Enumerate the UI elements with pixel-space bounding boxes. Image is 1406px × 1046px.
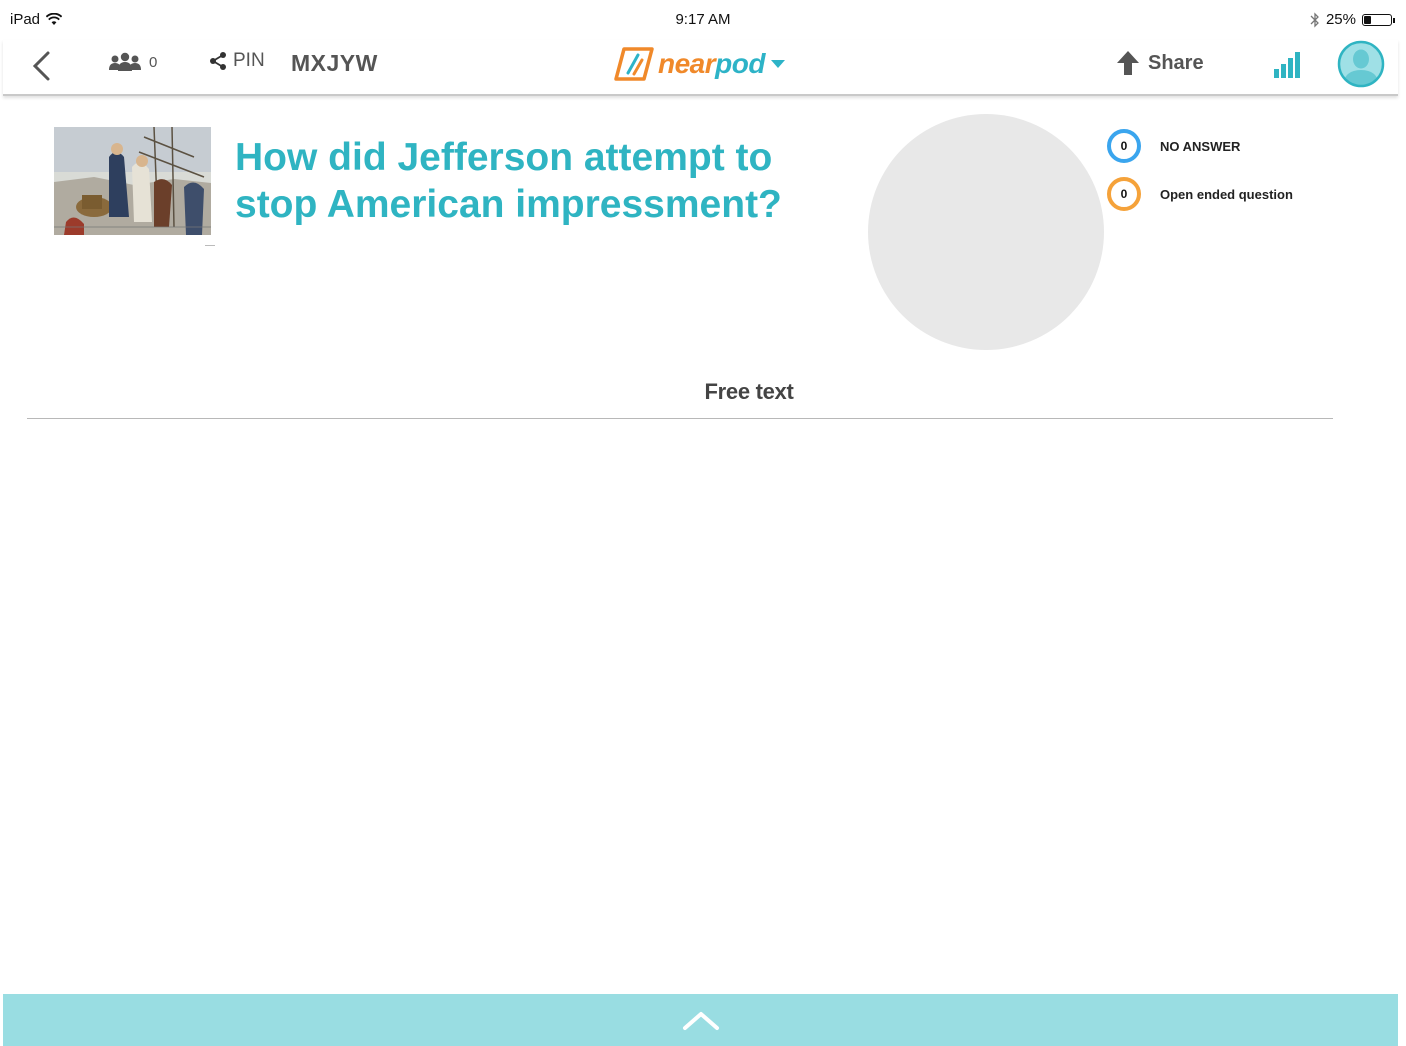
- logo-near: near: [658, 48, 716, 79]
- nearpod-logo-icon: [614, 47, 654, 81]
- legend-item-no-answer: 0 NO ANSWER: [1107, 122, 1293, 170]
- share-button[interactable]: Share: [1116, 50, 1204, 76]
- students-icon: [109, 52, 141, 71]
- session-code: MXJYW: [291, 50, 378, 76]
- question-line-1: How did Jefferson attempt to: [235, 136, 773, 179]
- bar-chart-icon: [1274, 52, 1300, 78]
- top-nav-bar: 0 PIN MXJYW nearpod Share: [3, 40, 1398, 96]
- legend-item-open-ended: 0 Open ended question: [1107, 170, 1293, 218]
- image-underline: [205, 245, 215, 246]
- slide-image[interactable]: [54, 127, 211, 235]
- legend-label: NO ANSWER: [1160, 138, 1241, 154]
- nearpod-logo-text: nearpod: [658, 48, 765, 80]
- students-indicator[interactable]: 0: [107, 52, 157, 72]
- pin-label: PIN: [233, 50, 265, 71]
- share-nodes-icon: [210, 52, 226, 70]
- legend-label: Open ended question: [1160, 186, 1293, 202]
- impressment-illustration: [54, 127, 211, 235]
- caret-down-icon: [770, 60, 785, 68]
- upload-arrow-icon: [1117, 51, 1139, 75]
- reports-button[interactable]: [1271, 49, 1303, 81]
- avatar-icon: [1337, 40, 1385, 88]
- back-button[interactable]: [25, 46, 57, 86]
- battery-icon: [1362, 13, 1395, 26]
- question-title: How did Jefferson attempt to stop Americ…: [235, 134, 855, 228]
- section-title: Free text: [704, 379, 794, 404]
- question-line-2: stop American impressment?: [235, 183, 782, 226]
- status-time: 9:17 AM: [675, 11, 731, 28]
- status-bar: iPad 9:17 AM 25%: [0, 0, 1406, 40]
- count-badge: 0: [1107, 177, 1141, 211]
- section-divider: [27, 418, 1333, 419]
- share-label: Share: [1148, 51, 1204, 74]
- status-right: 25%: [1310, 11, 1395, 28]
- logo-pod: pod: [715, 48, 765, 79]
- chevron-up-icon: [682, 1012, 719, 1030]
- pin-share[interactable]: PIN: [209, 50, 265, 72]
- students-count: 0: [149, 53, 158, 71]
- bottom-drawer-toggle[interactable]: [3, 994, 1398, 1046]
- bluetooth-icon: [1310, 11, 1319, 28]
- count-badge: 0: [1107, 129, 1141, 163]
- nearpod-menu[interactable]: nearpod: [614, 46, 787, 82]
- user-avatar[interactable]: [1337, 40, 1385, 88]
- results-legend: 0 NO ANSWER 0 Open ended question: [1107, 122, 1293, 218]
- battery-percent: 25%: [1325, 11, 1356, 28]
- chevron-left-icon: [32, 51, 50, 81]
- results-pie-chart: [868, 114, 1104, 350]
